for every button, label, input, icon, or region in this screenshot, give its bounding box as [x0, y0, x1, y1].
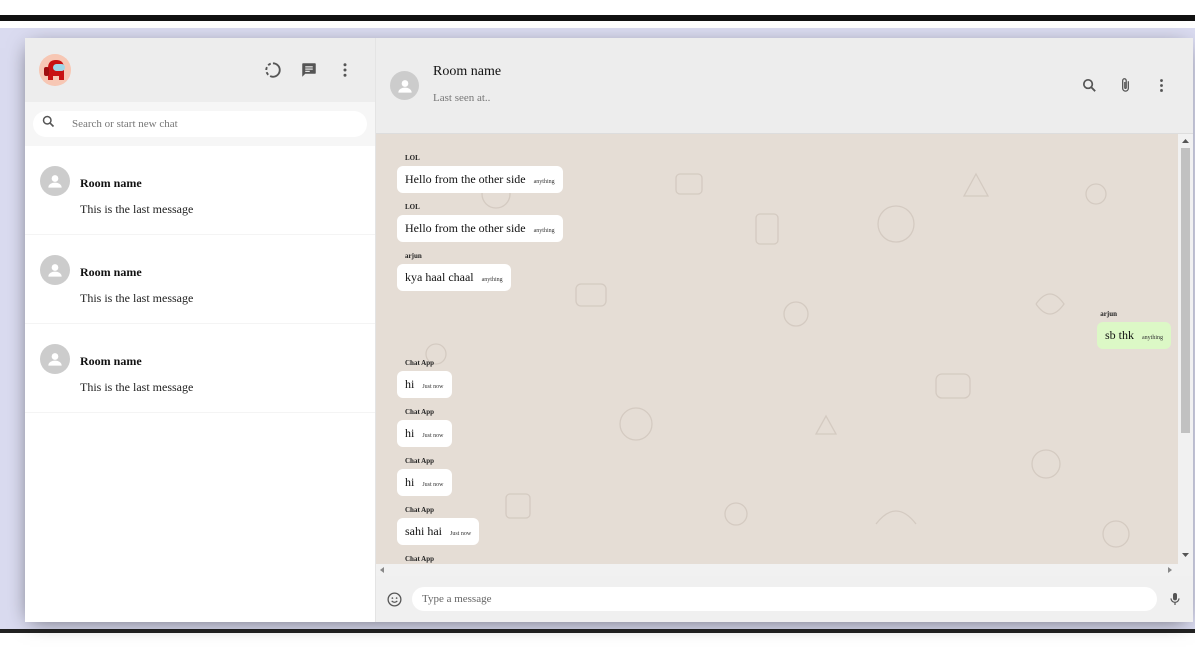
person-icon	[48, 264, 62, 277]
message: Chat App hi Just now	[397, 408, 1153, 457]
message: Chat App hi Just now	[397, 359, 1153, 408]
search-input[interactable]	[70, 117, 359, 131]
message-bubble[interactable]: sb thk anything	[1096, 322, 1171, 349]
message-bubble[interactable]: Hello from the other side anything	[397, 166, 563, 193]
more-vert-icon[interactable]	[335, 60, 355, 80]
browser-bottom-strip	[0, 629, 1195, 633]
user-avatar[interactable]	[39, 54, 71, 86]
chat-avatar	[40, 344, 70, 374]
room-name: Room name	[433, 63, 502, 79]
message-time: anything	[1142, 335, 1163, 341]
mic-icon[interactable]	[1165, 589, 1185, 609]
horizontal-scrollbar[interactable]	[376, 564, 1193, 576]
own-message: arjun sb thk anything	[397, 303, 1171, 359]
chat-name: Room name	[80, 354, 142, 368]
message-bubble[interactable]: Hello from the other side anything	[397, 215, 563, 242]
message-sender: arjun	[405, 252, 422, 260]
chat-last-message: This is the last message	[80, 380, 194, 394]
message-sender: arjun	[1100, 310, 1117, 318]
more-vert-icon[interactable]	[1151, 76, 1171, 96]
chat-list-item[interactable]: Room name This is the last message	[25, 235, 375, 324]
message-text: sb thk	[1104, 328, 1134, 342]
message-bubble[interactable]: kya haal chaal anything	[397, 264, 511, 291]
message-text: hi	[405, 426, 415, 440]
message-sender: LOL	[405, 203, 420, 211]
chat-header-actions	[1079, 76, 1171, 96]
scrollbar-thumb[interactable]	[1181, 148, 1190, 433]
vertical-scrollbar[interactable]	[1178, 134, 1193, 564]
person-icon	[397, 79, 412, 93]
message-sender: Chat App	[405, 555, 434, 563]
message: Chat App sahi hai Just now	[397, 506, 1153, 555]
chat-pane: Room name Last seen at.. LOL Hello from …	[376, 38, 1193, 622]
search-box	[33, 111, 367, 137]
chat-list-item[interactable]: Room name This is the last message	[25, 146, 375, 235]
message-area[interactable]: LOL Hello from the other side anything L…	[376, 134, 1193, 564]
message-time: anything	[481, 277, 503, 283]
message-text: hi	[405, 377, 415, 391]
last-seen: Last seen at..	[433, 91, 491, 104]
status-icon[interactable]	[263, 60, 283, 80]
app-window: Room name This is the last message Room …	[25, 38, 1193, 622]
sidebar-header-actions	[263, 60, 355, 80]
chat-header: Room name Last seen at..	[376, 38, 1193, 134]
chat-name: Room name	[80, 176, 142, 190]
message-sender: Chat App	[405, 457, 434, 465]
message-text: sahi hai	[405, 524, 442, 538]
message-text: hi	[405, 475, 415, 489]
message-list: LOL Hello from the other side anything L…	[397, 154, 1171, 564]
message: Chat App hi Just now	[397, 457, 1153, 506]
message-time: Just now	[422, 433, 444, 439]
chat-list-item[interactable]: Room name This is the last message	[25, 324, 375, 413]
message-text: Hello from the other side	[405, 172, 526, 186]
message: arjun kya haal chaal anything	[397, 252, 1153, 301]
message-text: Hello from the other side	[405, 221, 526, 235]
message: LOL Hello from the other side anything	[397, 203, 1153, 252]
chat-footer	[376, 576, 1193, 622]
message-input[interactable]	[420, 592, 1149, 606]
search-icon	[41, 114, 56, 134]
sidebar: Room name This is the last message Room …	[25, 38, 376, 622]
chat-last-message: This is the last message	[80, 291, 194, 305]
person-icon	[48, 353, 62, 366]
message-bubble[interactable]: sahi hai Just now	[397, 518, 480, 545]
message-sender: Chat App	[405, 359, 434, 367]
room-avatar[interactable]	[390, 71, 419, 100]
message-time: anything	[533, 228, 555, 234]
message-sender: Chat App	[405, 408, 434, 416]
message: Chat App	[397, 555, 1153, 563]
message-time: Just now	[422, 482, 444, 488]
message-time: Just now	[422, 384, 444, 390]
person-icon	[48, 175, 62, 188]
chat-name: Room name	[80, 265, 142, 279]
message-bubble[interactable]: hi Just now	[397, 469, 452, 496]
sidebar-header	[25, 38, 375, 102]
chat-avatar	[40, 166, 70, 196]
search-icon[interactable]	[1079, 76, 1099, 96]
message-time: anything	[533, 179, 555, 185]
message-bubble[interactable]: hi Just now	[397, 420, 452, 447]
emoji-icon[interactable]	[384, 589, 404, 609]
message-time: Just now	[450, 531, 472, 537]
message-text: kya haal chaal	[405, 270, 474, 284]
message-bubble[interactable]: hi Just now	[397, 371, 452, 398]
message-sender: Chat App	[405, 506, 434, 514]
new-chat-icon[interactable]	[299, 60, 319, 80]
chat-list: Room name This is the last message Room …	[25, 146, 375, 622]
message-input-box	[412, 587, 1157, 611]
chat-last-message: This is the last message	[80, 202, 194, 216]
search-bar	[25, 102, 375, 146]
message: LOL Hello from the other side anything	[397, 154, 1153, 203]
message-sender: LOL	[405, 154, 420, 162]
attach-icon[interactable]	[1115, 76, 1135, 96]
chat-avatar	[40, 255, 70, 285]
browser-top-strip	[0, 0, 1195, 22]
